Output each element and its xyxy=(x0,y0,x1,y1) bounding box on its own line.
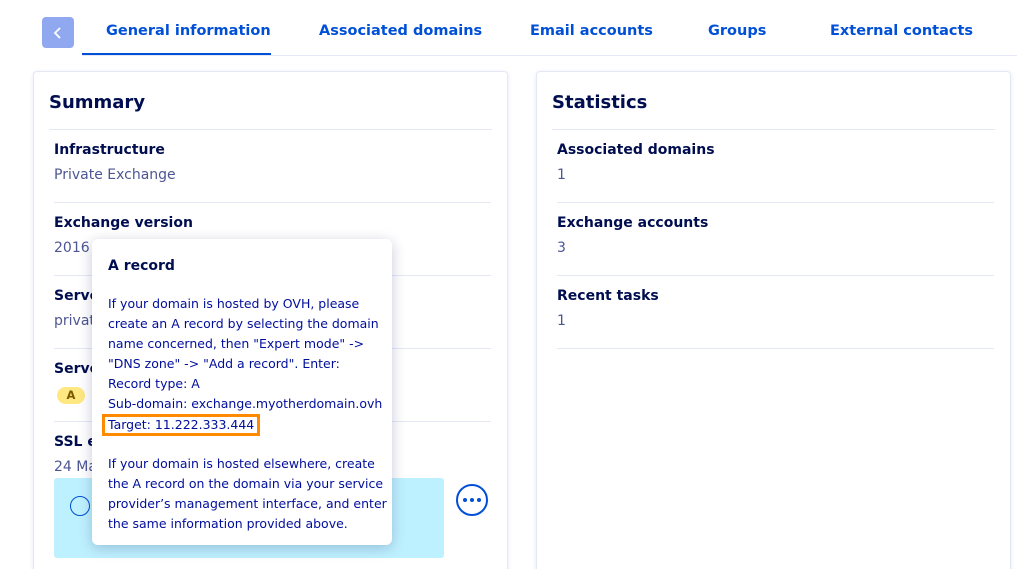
popover-text-line: If your domain is hosted elsewhere, crea… xyxy=(108,456,375,471)
a-record-popover: A record If your domain is hosted by OVH… xyxy=(92,239,392,545)
record-badge: A xyxy=(57,387,85,404)
tab-groups[interactable]: Groups xyxy=(708,23,766,39)
popover-text-line: provider’s management interface, and ent… xyxy=(108,496,387,511)
tab-external-contacts[interactable]: External contacts xyxy=(830,23,973,39)
ellipsis-icon-dot xyxy=(470,498,474,502)
tab-email-accounts[interactable]: Email accounts xyxy=(530,23,653,39)
statistics-title: Statistics xyxy=(552,92,648,113)
ellipsis-icon xyxy=(463,498,467,502)
target-highlight: Target: 11.222.333.444 xyxy=(102,414,261,436)
item-label: Infrastructure xyxy=(54,142,165,158)
popover-text-line: Sub-domain: exchange.myotherdomain.ovh xyxy=(108,396,383,411)
popover-text-line: the A record on the domain via your serv… xyxy=(108,476,384,491)
popover-body: If your domain is hosted by OVH, please … xyxy=(102,294,387,534)
summary-item-infrastructure: Infrastructure Private Exchange xyxy=(54,130,491,203)
popover-text-line: If your domain is hosted by OVH, please xyxy=(108,296,360,311)
stat-item-recent-tasks: Recent tasks 1 xyxy=(557,276,994,349)
statistics-card: Statistics Associated domains 1 Exchange… xyxy=(536,71,1011,569)
tab-associated-domains[interactable]: Associated domains xyxy=(319,23,482,39)
item-label: Exchange accounts xyxy=(557,215,709,231)
info-icon xyxy=(70,496,90,516)
more-actions-button[interactable] xyxy=(456,484,488,516)
chevron-left-icon xyxy=(53,26,61,39)
item-value: 3 xyxy=(557,240,566,256)
popover-text-line: name concerned, then "Expert mode" -> xyxy=(108,336,365,351)
item-value: 1 xyxy=(557,167,566,183)
item-value: 2016 xyxy=(54,240,90,256)
popover-text-line: "DNS zone" -> "Add a record". Enter: xyxy=(108,356,340,371)
item-value: Private Exchange xyxy=(54,167,176,183)
item-label: Exchange version xyxy=(54,215,193,231)
tab-bar: General information Associated domains E… xyxy=(82,0,1017,56)
item-label: Recent tasks xyxy=(557,288,659,304)
item-value: privat xyxy=(54,313,95,329)
popover-text-line: the same information provided above. xyxy=(108,516,348,531)
summary-title: Summary xyxy=(49,92,146,113)
ellipsis-icon-dot xyxy=(477,498,481,502)
item-value: 1 xyxy=(557,313,566,329)
popover-title: A record xyxy=(108,258,175,274)
active-tab-indicator xyxy=(82,53,271,55)
item-label: Associated domains xyxy=(557,142,715,158)
stat-item-associated-domains: Associated domains 1 xyxy=(557,130,994,203)
tab-general-information[interactable]: General information xyxy=(106,23,271,39)
popover-text-line: create an A record by selecting the doma… xyxy=(108,316,379,331)
popover-text-line: Record type: A xyxy=(108,376,200,391)
stat-item-exchange-accounts: Exchange accounts 3 xyxy=(557,203,994,276)
back-button[interactable] xyxy=(42,17,74,48)
popover-target-line: Target: 11.222.333.444 xyxy=(102,414,384,436)
item-value: 24 Ma xyxy=(54,459,97,475)
